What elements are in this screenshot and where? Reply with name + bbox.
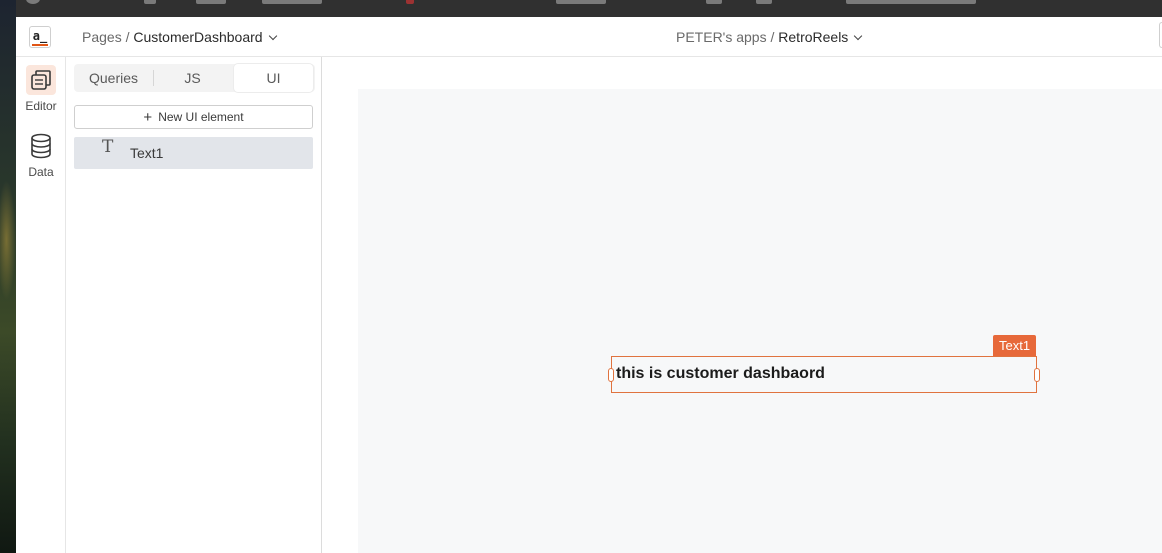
app-logo[interactable]: a_ [29, 26, 51, 48]
app-breadcrumb[interactable]: PETER's apps / RetroReels [676, 29, 863, 45]
bookmark-icon[interactable] [756, 0, 772, 4]
workspace-prefix: PETER's apps / [676, 29, 775, 45]
text-widget[interactable]: this is customer dashbaord [608, 356, 1040, 393]
page-breadcrumb[interactable]: Pages / CustomerDashboard [82, 29, 277, 45]
chevron-down-icon [854, 31, 863, 41]
plus-icon: + [143, 109, 153, 126]
sidebar-rail: Editor Data [16, 57, 66, 553]
widget-tree-item-text1[interactable]: T Text1 [74, 137, 313, 169]
selected-widget-tag[interactable]: Text1 [993, 335, 1037, 356]
rail-item-data[interactable]: Data [16, 131, 66, 179]
tab-js[interactable]: JS [153, 64, 232, 92]
resize-handle-left[interactable] [608, 368, 614, 382]
database-icon [26, 131, 56, 161]
rail-item-label: Data [28, 165, 54, 179]
new-ui-element-label: New UI element [158, 110, 244, 124]
rail-item-editor[interactable]: Editor [16, 65, 66, 113]
text-widget-content: this is customer dashbaord [616, 365, 825, 382]
resize-handle-right[interactable] [1034, 368, 1040, 382]
page-canvas[interactable]: Text1 this is customer dashbaord [358, 89, 1162, 553]
bookmark-icon[interactable] [706, 0, 722, 4]
bookmark-icon[interactable] [196, 0, 226, 4]
tab-queries[interactable]: Queries [74, 64, 153, 92]
text-widget-icon: T [102, 137, 114, 157]
bookmark-icon[interactable] [26, 0, 40, 4]
desktop-wallpaper-strip [0, 0, 16, 553]
pages-prefix: Pages / [82, 29, 130, 45]
panel-tabs: Queries JS UI [74, 64, 315, 92]
bookmark-icon[interactable] [406, 0, 414, 4]
bookmark-icon[interactable] [556, 0, 606, 4]
new-ui-element-button[interactable]: + New UI element [74, 105, 313, 129]
rail-item-label: Editor [25, 99, 57, 113]
page-name: CustomerDashboard [133, 29, 263, 45]
bookmark-icon[interactable] [144, 0, 156, 4]
editor-icon [26, 65, 56, 95]
tab-ui[interactable]: UI [234, 64, 313, 92]
editor-header: a_ Pages / CustomerDashboard PETER's app… [16, 17, 1162, 57]
chevron-down-icon [268, 31, 277, 41]
bookmark-icon[interactable] [262, 0, 322, 4]
widget-tree-label: Text1 [130, 145, 164, 161]
app-name: RetroReels [778, 29, 849, 45]
app-editor: a_ Pages / CustomerDashboard PETER's app… [16, 17, 1162, 553]
explorer-panel: Queries JS UI + New UI element T Text1 [66, 57, 322, 553]
browser-bookmarks-bar [16, 0, 1162, 17]
canvas-area: Text1 this is customer dashbaord [323, 57, 1162, 553]
bookmark-icon[interactable] [846, 0, 976, 4]
